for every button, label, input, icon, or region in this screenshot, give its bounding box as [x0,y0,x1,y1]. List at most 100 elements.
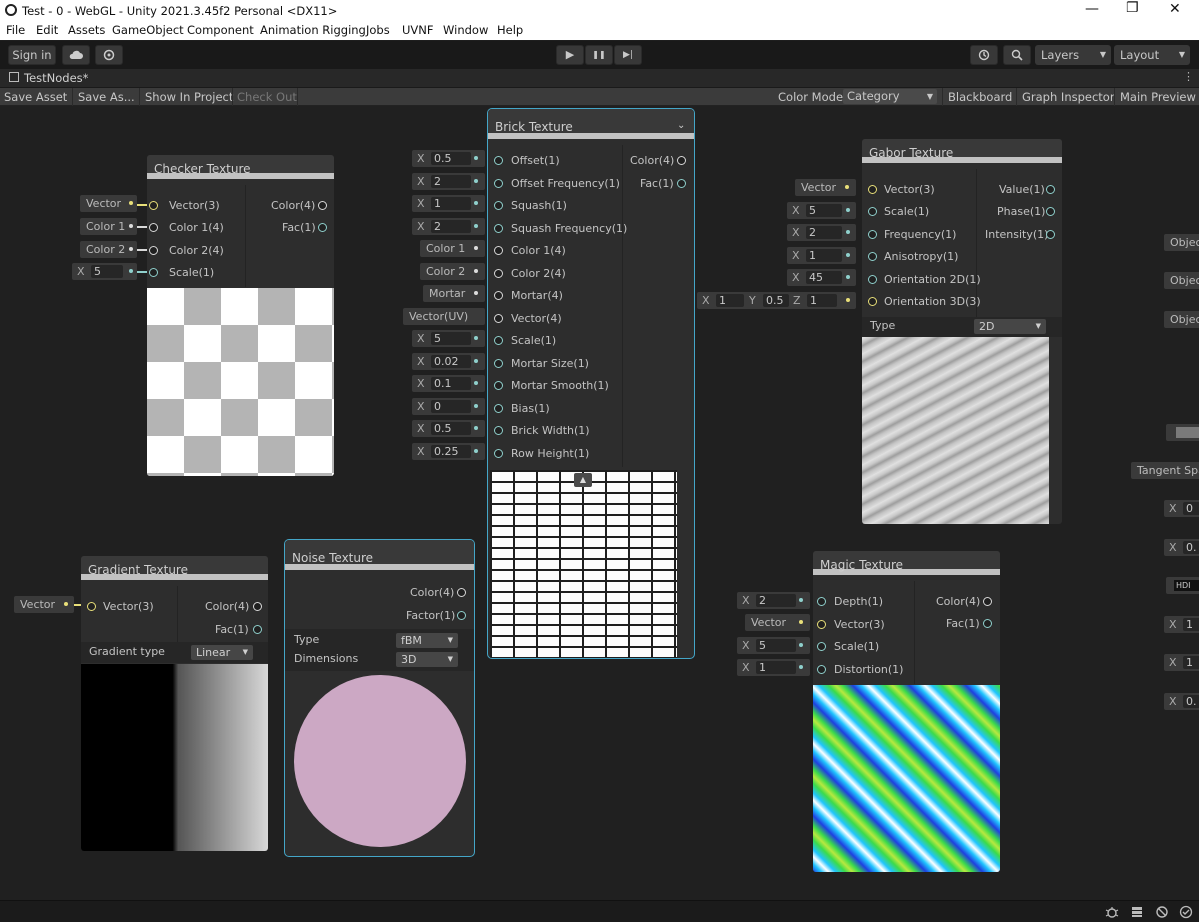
menu-component[interactable]: Component [187,23,254,37]
checker-vector-field[interactable]: Vector [80,195,137,212]
minimize-button[interactable]: — [1085,1,1099,17]
sign-in-button[interactable]: Sign in [8,45,56,65]
magic-vector-field[interactable]: Vector [745,614,810,631]
object-field[interactable]: Objec [1164,272,1199,289]
input-port-pin[interactable] [817,665,826,674]
brick-color2-field[interactable]: Color 2 [420,263,485,280]
value-box[interactable]: 2 [431,220,471,233]
value-box[interactable]: 0. [1183,695,1199,708]
output-port-pin[interactable] [677,156,686,165]
value-box[interactable]: 0 [431,400,471,413]
value-box[interactable]: 0.5 [763,294,789,307]
brick-row-height-field[interactable]: X 0.25 [412,443,485,460]
layout-dropdown[interactable]: Layout [1114,45,1190,65]
right-value-field[interactable]: X 0. [1164,539,1199,556]
menu-assets[interactable]: Assets [68,23,105,37]
toggle-field[interactable] [1166,424,1199,441]
check-out-button[interactable]: Check Out [237,90,297,104]
node-title[interactable]: Gradient Texture [81,556,268,580]
node-title[interactable]: Magic Texture [813,551,1000,575]
output-port-pin[interactable] [983,597,992,606]
output-port-pin[interactable] [253,602,262,611]
value-box[interactable]: 0.1 [431,377,471,390]
input-port-pin[interactable] [494,201,503,210]
brick-brick-width-field[interactable]: X 0.5 [412,420,485,437]
show-in-project-button[interactable]: Show In Project [145,90,233,104]
brick-offset-field[interactable]: X 0.5 [412,150,485,167]
value-box[interactable]: 0 [1183,502,1199,515]
play-button[interactable]: ▶ [556,45,584,65]
value-box[interactable]: 5 [91,265,123,278]
brick-offset-frequency-field[interactable]: X2 [412,173,485,190]
noise-texture-node[interactable]: Noise Texture Color(4) Factor(1) Type fB… [284,539,475,857]
value-box[interactable]: 1 [431,197,471,210]
gradient-texture-node[interactable]: Gradient Texture Vector(3) Color(4) Fac(… [81,556,268,851]
close-button[interactable]: ✕ [1169,1,1181,17]
value-box[interactable]: 0.25 [431,445,471,458]
color-mode-dropdown[interactable]: Category ▼ [843,89,937,104]
brick-vector-field[interactable]: Vector(UV) [403,308,485,325]
input-port-pin[interactable] [868,252,877,261]
value-box[interactable]: 1 [716,294,744,307]
gabor-vector-field[interactable]: Vector [795,179,856,196]
value-box[interactable]: 1 [806,249,842,262]
network-icon[interactable] [1155,905,1169,919]
brick-squash-frequency-field[interactable]: X2 [412,218,485,235]
magic-scale-field[interactable]: X5 [737,637,810,654]
history-button[interactable] [970,45,998,65]
menu-edit[interactable]: Edit [36,23,58,37]
value-box[interactable]: 0.5 [431,422,471,435]
blackboard-toggle[interactable]: Blackboard [948,90,1012,104]
gabor-scale-field[interactable]: X5 [787,202,856,219]
search-button[interactable] [1003,45,1031,65]
tab-testnodes[interactable]: TestNodes* [24,71,88,85]
main-preview-toggle[interactable]: Main Preview [1120,90,1196,104]
value-box[interactable]: 2 [756,594,796,607]
cloud-button[interactable] [62,45,90,65]
checker-texture-node[interactable]: Checker Texture Vector(3) Color 1(4) Col… [147,155,334,476]
input-port-pin[interactable] [494,179,503,188]
value-box[interactable]: 45 [806,271,842,284]
output-port-pin[interactable] [1046,185,1055,194]
object-field[interactable]: Objec [1164,311,1199,328]
brick-color1-field[interactable]: Color 1 [420,240,485,257]
output-port-pin[interactable] [457,611,466,620]
input-port-pin[interactable] [494,449,503,458]
brick-mortar-size-field[interactable]: X 0.02 [412,353,485,370]
check-icon[interactable] [1179,905,1193,919]
collapse-preview-button[interactable]: ▲ [574,473,592,487]
brick-texture-node[interactable]: Brick Texture ⌄ Offset(1) Offset Frequen… [487,108,695,659]
input-port-pin[interactable] [149,223,158,232]
magic-distortion-field[interactable]: X1 [737,659,810,676]
brick-bias-field[interactable]: X0 [412,398,485,415]
gabor-orientation-2d-field[interactable]: X 45 [787,269,856,286]
magic-texture-node[interactable]: Magic Texture Depth(1) Vector(3) Scale(1… [813,551,1000,872]
menu-gameobject[interactable]: GameObject [112,23,184,37]
input-port-pin[interactable] [817,642,826,651]
value-box[interactable]: 0.5 [431,152,471,165]
input-port-pin[interactable] [494,246,503,255]
graph-inspector-toggle[interactable]: Graph Inspector [1022,90,1115,104]
gabor-orientation-3d-field[interactable]: X 1 Y 0.5 Z 1 [697,292,856,309]
input-port-pin[interactable] [149,268,158,277]
brick-squash-field[interactable]: X1 [412,195,485,212]
input-port-pin[interactable] [494,291,503,300]
noise-type-dropdown[interactable]: fBM [396,633,458,648]
input-port-pin[interactable] [149,201,158,210]
input-port-pin[interactable] [494,224,503,233]
value-box[interactable]: 1 [1183,618,1199,631]
input-port-pin[interactable] [868,297,877,306]
node-title[interactable]: Gabor Texture [862,139,1062,163]
input-port-pin[interactable] [149,246,158,255]
layers-dropdown[interactable]: Layers [1035,45,1111,65]
output-port-pin[interactable] [983,619,992,628]
menu-uvnf[interactable]: UVNF [402,23,434,37]
input-port-pin[interactable] [494,269,503,278]
menu-animation-rigging[interactable]: Animation Rigging [260,23,366,37]
input-port-pin[interactable] [87,602,96,611]
input-port-pin[interactable] [494,156,503,165]
input-port-pin[interactable] [494,381,503,390]
brick-mortar-field[interactable]: Mortar [423,285,485,302]
node-title[interactable]: Noise Texture [285,540,474,570]
output-port-pin[interactable] [457,588,466,597]
